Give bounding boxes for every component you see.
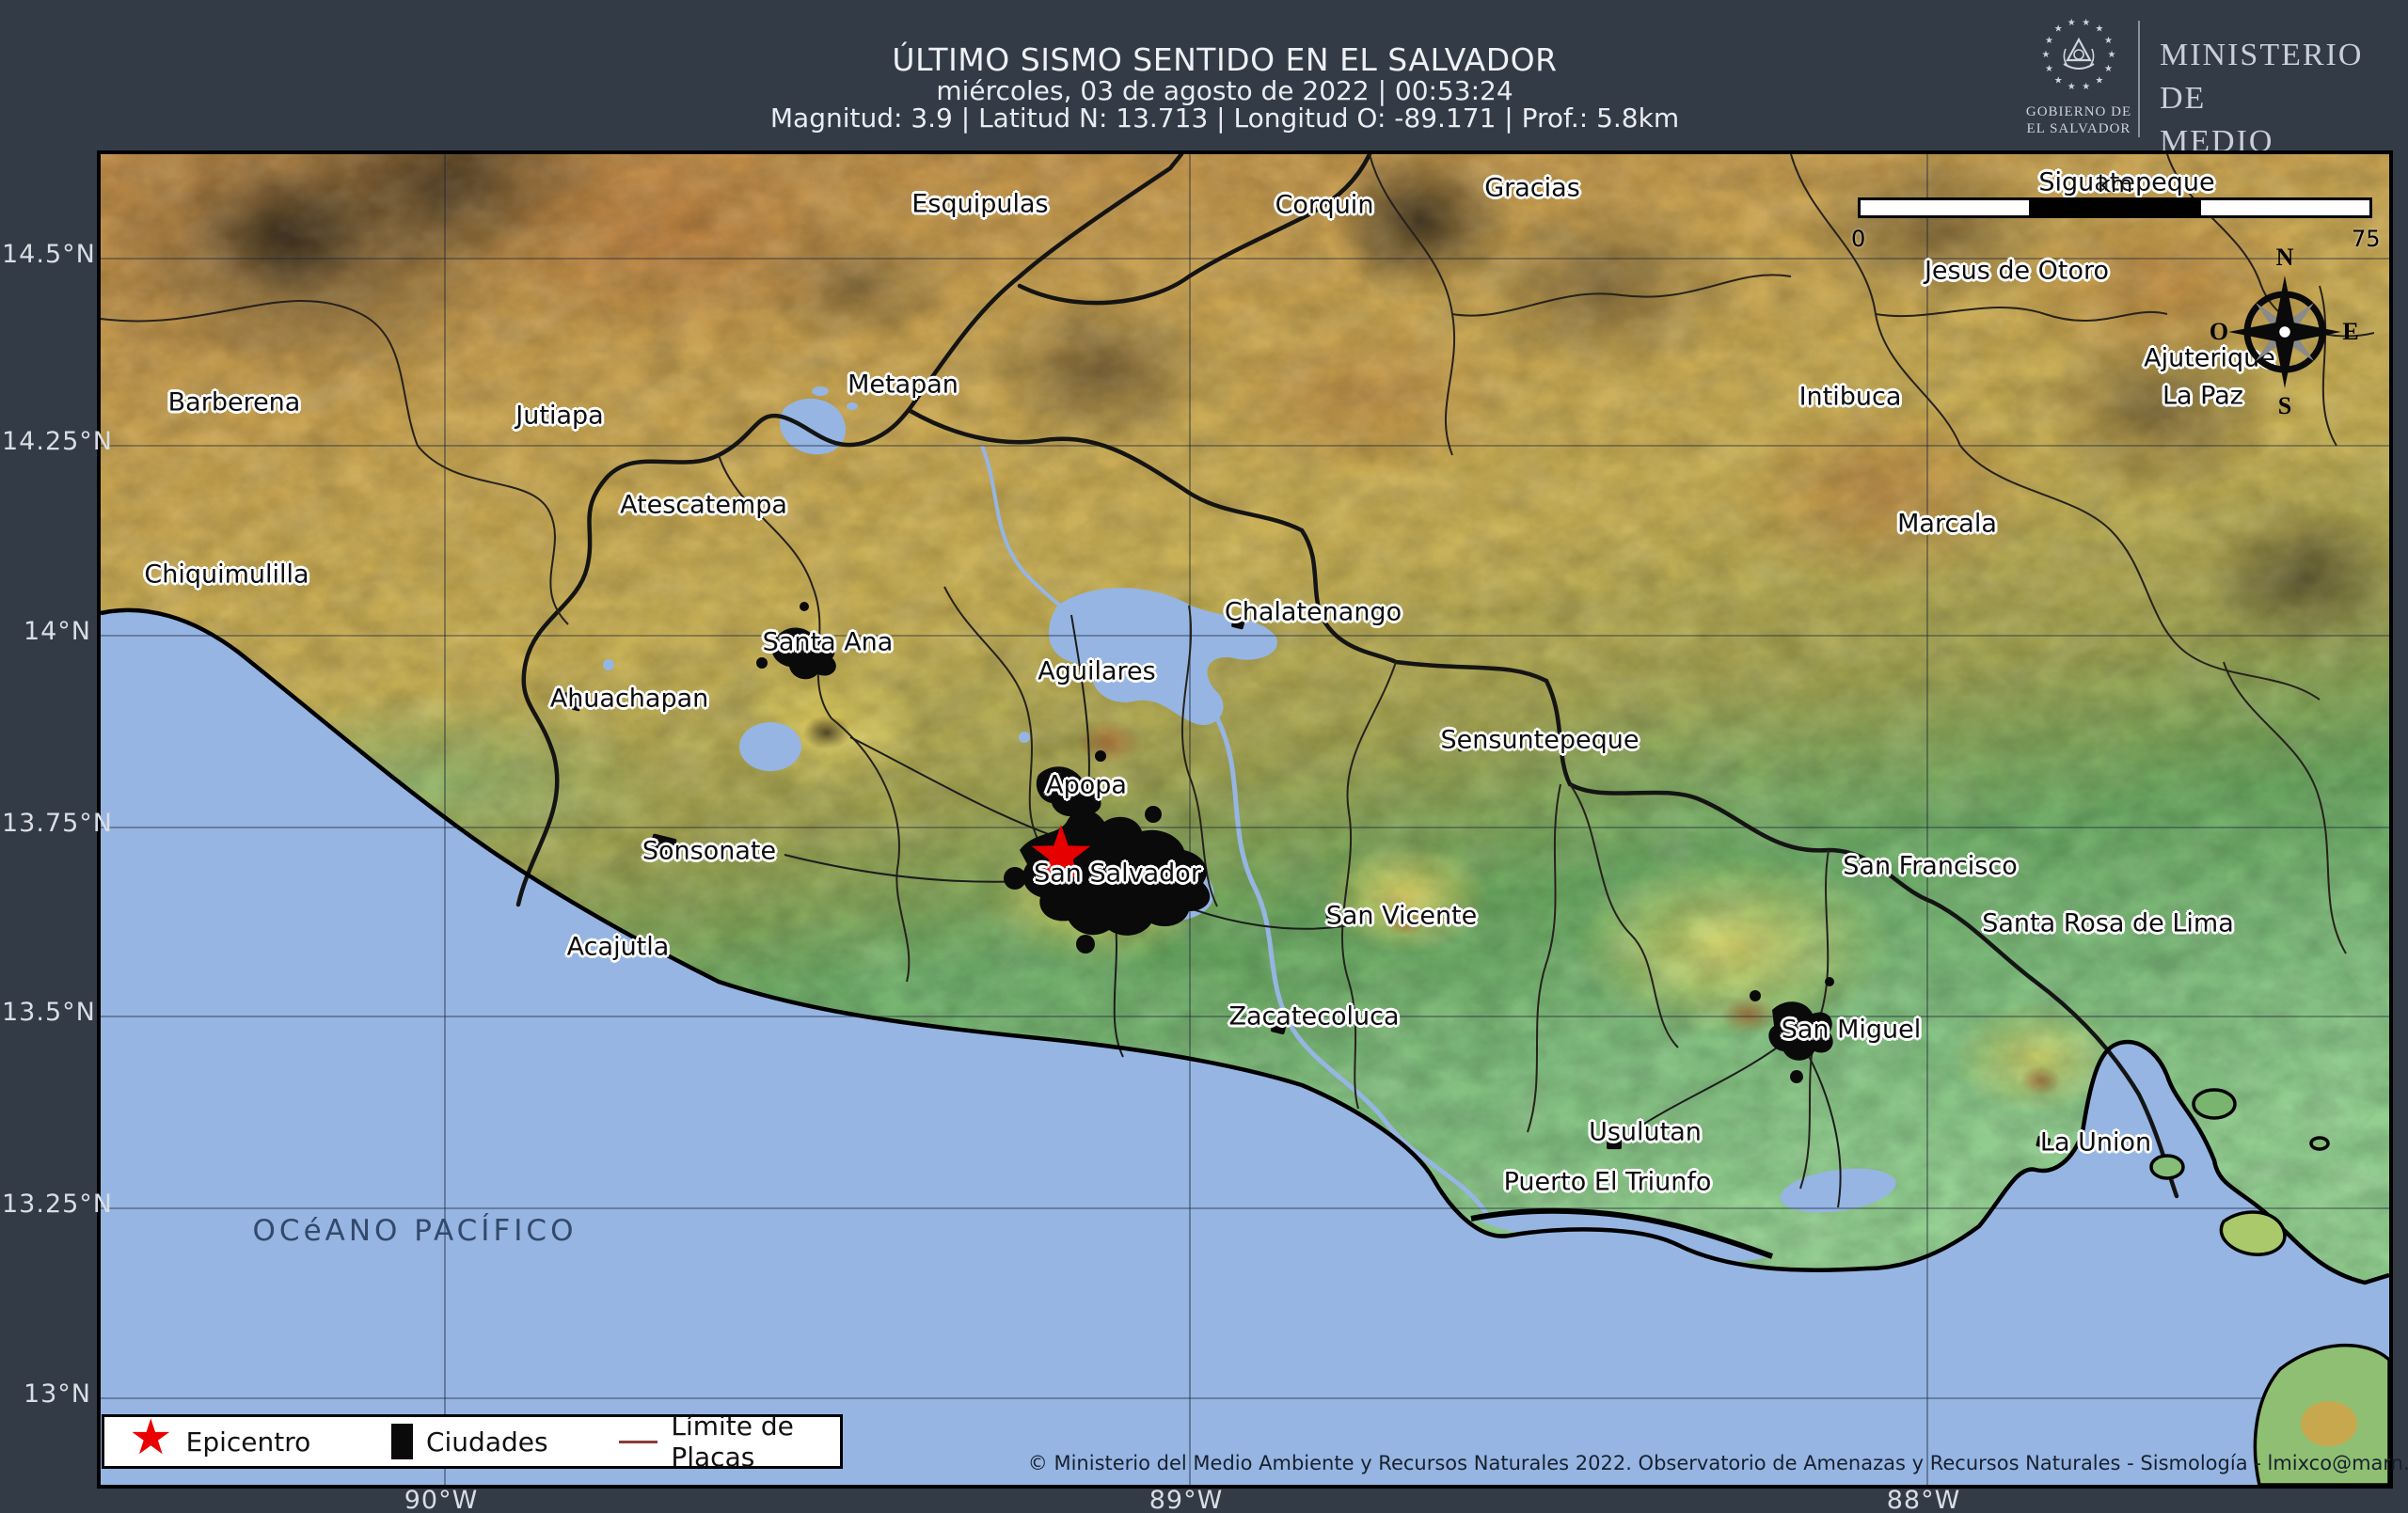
plate-boundary-legend-icon	[619, 1441, 658, 1443]
svg-text:★: ★	[2067, 82, 2076, 92]
lon-tick-label: 89°W	[1130, 1486, 1243, 1513]
epicenter-legend-icon: ★	[129, 1419, 173, 1457]
lon-tick-label: 90°W	[385, 1486, 498, 1513]
svg-text:★: ★	[2104, 64, 2113, 74]
lat-tick-label: 13.5°N	[2, 998, 91, 1027]
compass-icon	[2219, 266, 2351, 398]
lon-tick-label: 88°W	[1867, 1486, 1980, 1513]
legend-plates-label: Límite de Placas	[671, 1411, 816, 1473]
svg-text:★: ★	[2108, 50, 2116, 60]
compass-north-label: N	[2276, 244, 2294, 272]
compass-south-label: S	[2278, 392, 2291, 420]
legend-epicenter-label: Epicentro	[186, 1426, 311, 1458]
svg-text:★: ★	[2095, 24, 2103, 35]
svg-text:★: ★	[2082, 82, 2090, 92]
map-legend: ★ Epicentro Ciudades Límite de Placas	[102, 1414, 843, 1469]
svg-text:★: ★	[2067, 18, 2076, 28]
compass-west-label: O	[2210, 318, 2228, 346]
lat-tick-label: 13.75°N	[2, 809, 91, 838]
scale-max-label: 75	[2352, 226, 2381, 252]
svg-text:★: ★	[2082, 18, 2090, 28]
lat-tick-label: 13°N	[2, 1379, 91, 1409]
svg-text:★: ★	[2054, 24, 2063, 35]
map-viewport[interactable]: EsquipulasCorquinGraciasSiguatepequeJesu…	[97, 150, 2393, 1489]
scale-unit-label: km	[2098, 171, 2132, 197]
svg-text:★: ★	[2104, 36, 2113, 46]
copyright-credit: © Ministerio del Medio Ambiente y Recurs…	[1028, 1452, 2408, 1474]
svg-text:★: ★	[2054, 75, 2063, 86]
compass-rose: N E S O	[2219, 266, 2351, 398]
seismic-map-page: ÚLTIMO SISMO SENTIDO EN EL SALVADOR miér…	[0, 0, 2408, 1513]
compass-east-label: E	[2342, 318, 2358, 346]
lat-tick-label: 13.25°N	[2, 1190, 91, 1219]
legend-cities-label: Ciudades	[426, 1426, 548, 1458]
cities-legend-icon	[391, 1424, 413, 1459]
lat-tick-label: 14.5°N	[2, 240, 91, 269]
logo-divider	[2138, 21, 2140, 137]
ministry-logo: ★★★★★★★★★★★★★★ GOBIERNO DEEL SALVADOR MI…	[2022, 13, 2399, 145]
lat-tick-label: 14.25°N	[2, 427, 91, 456]
svg-text:★: ★	[2045, 64, 2053, 74]
svg-text:★: ★	[2095, 75, 2103, 86]
svg-text:★: ★	[2045, 36, 2053, 46]
scale-bar	[1858, 197, 2372, 218]
scale-min-label: 0	[1851, 226, 1865, 252]
svg-text:★: ★	[2042, 50, 2051, 60]
government-emblem-icon: ★★★★★★★★★★★★★★	[2039, 15, 2118, 94]
lat-tick-label: 14°N	[2, 617, 91, 646]
terrain-map-art	[101, 154, 2389, 1485]
